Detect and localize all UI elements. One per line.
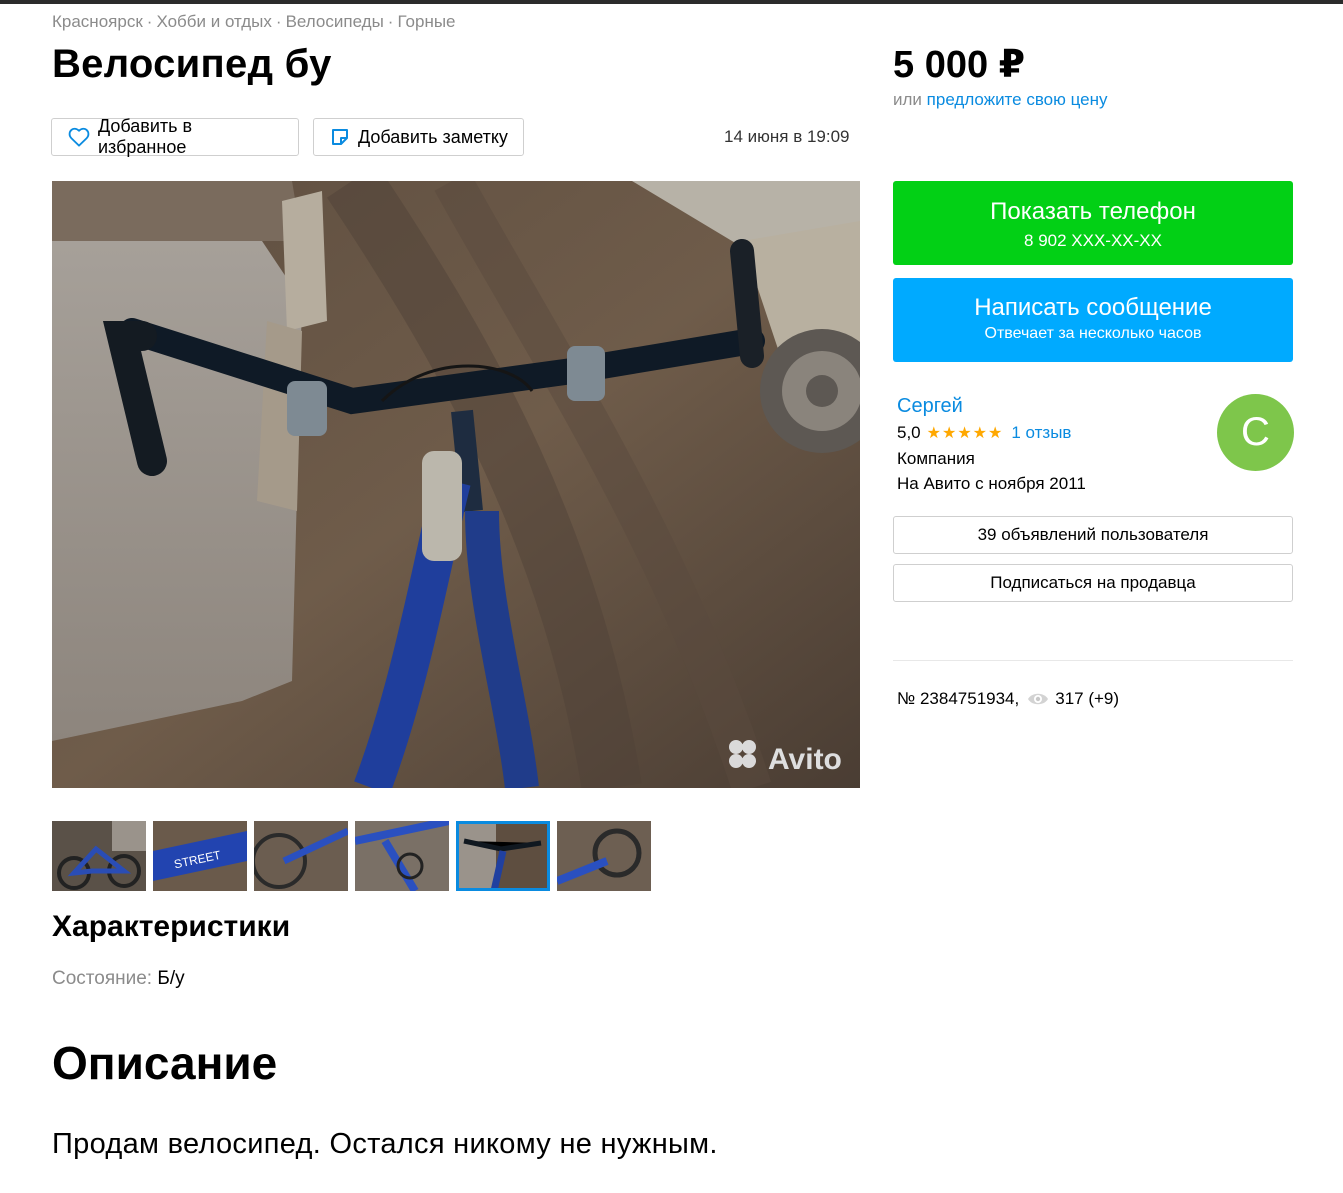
rating-value: 5,0 <box>897 423 921 442</box>
top-border <box>0 0 1343 4</box>
reviews-link[interactable]: 1 отзыв <box>1011 423 1071 443</box>
add-note-button[interactable]: Добавить заметку <box>313 118 524 156</box>
show-phone-label: Показать телефон <box>990 198 1196 225</box>
seller-avatar[interactable]: С <box>1217 394 1294 471</box>
view-count: 317 (+9) <box>1055 689 1120 708</box>
write-message-label: Написать сообщение <box>974 294 1212 321</box>
thumbnail-strip: STREET <box>52 821 651 891</box>
breadcrumb-subcategory[interactable]: Велосипеды <box>286 12 384 31</box>
photo-watermark: Avito <box>768 743 842 776</box>
seller-since: На Авито с ноября 2011 <box>897 474 1086 493</box>
breadcrumb-type[interactable]: Горные <box>397 12 455 31</box>
heart-icon <box>68 127 90 147</box>
offer-price-link[interactable]: предложите свою цену <box>927 90 1108 109</box>
breadcrumb-separator: · <box>146 12 153 31</box>
publish-date: 14 июня в 19:09 <box>724 127 850 146</box>
response-time: Отвечает за несколько часов <box>984 325 1202 342</box>
eye-icon <box>1027 692 1049 706</box>
seller-rating: 5,0 ★★★★★ 1 отзыв <box>897 423 1071 443</box>
subscribe-seller-button[interactable]: Подписаться на продавца <box>893 564 1293 602</box>
rating-stars-icon: ★★★★★ <box>926 425 1004 442</box>
breadcrumb: Красноярск · Хобби и отдых · Велосипеды · Горн… <box>52 12 456 32</box>
thumbnail[interactable] <box>557 821 651 891</box>
spec-value: Б/у <box>157 968 185 989</box>
thumbnail[interactable] <box>52 821 146 891</box>
add-to-favorites-button[interactable]: Добавить в избранное <box>51 116 299 157</box>
characteristics-heading: Характеристики <box>52 910 291 943</box>
thumbnail[interactable] <box>254 821 348 891</box>
phone-number: 8 902 XXX-XX-XX <box>1024 231 1162 250</box>
divider <box>893 660 1293 661</box>
thumbnail[interactable]: STREET <box>153 821 247 891</box>
breadcrumb-category[interactable]: Хобби и отдых <box>156 12 271 31</box>
price-offer: или предложите свою цену <box>893 90 1108 110</box>
write-message-button[interactable]: Написать сообщение Отвечает за несколько… <box>893 278 1293 362</box>
seller-ads-button[interactable]: 39 объявлений пользователя <box>893 516 1293 554</box>
listing-number: № 2384751934, <box>897 689 1020 708</box>
breadcrumb-city[interactable]: Красноярск <box>52 12 143 31</box>
breadcrumb-separator: · <box>275 12 282 31</box>
main-photo[interactable]: Avito <box>52 181 860 788</box>
breadcrumb-separator: · <box>387 12 394 31</box>
note-icon <box>330 127 350 147</box>
seller-type: Компания <box>897 449 975 468</box>
description-text: Продам велосипед. Остался никому не нужн… <box>52 1128 718 1160</box>
add-to-favorites-label: Добавить в избранное <box>98 116 193 157</box>
thumbnail-active[interactable] <box>456 821 550 891</box>
spec-key: Состояние: <box>52 968 153 989</box>
price-offer-prefix: или <box>893 90 922 109</box>
listing-meta: № 2384751934, 317 (+9) <box>897 689 1119 709</box>
add-note-label: Добавить заметку <box>358 126 508 147</box>
price: 5 000 ₽ <box>893 44 1026 86</box>
show-phone-button[interactable]: Показать телефон 8 902 XXX-XX-XX <box>893 181 1293 265</box>
page-title: Велосипед бу <box>52 42 332 86</box>
seller-name[interactable]: Сергей <box>897 395 963 418</box>
spec-condition: Состояние: Б/у <box>52 968 185 990</box>
thumbnail[interactable] <box>355 821 449 891</box>
description-heading: Описание <box>52 1037 278 1089</box>
